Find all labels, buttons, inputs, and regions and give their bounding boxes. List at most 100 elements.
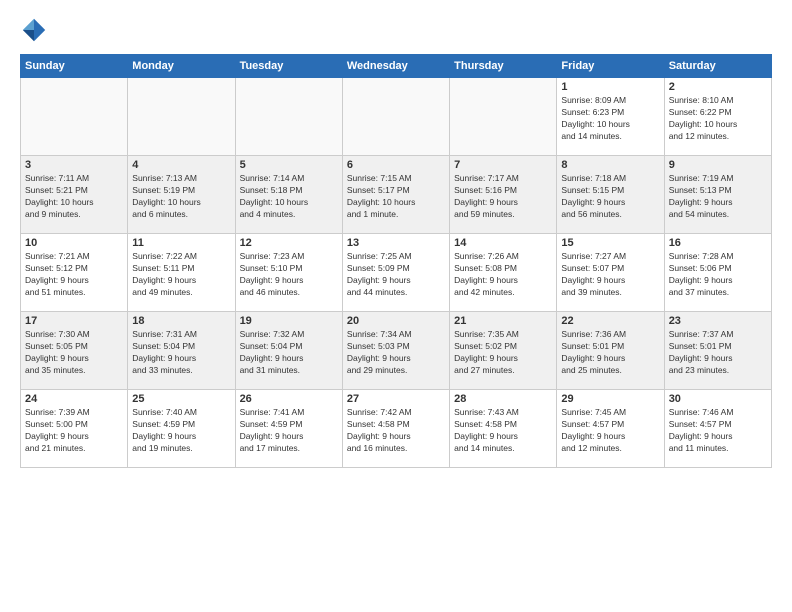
day-number: 8: [561, 159, 659, 171]
calendar-cell: [450, 78, 557, 156]
logo: [20, 16, 52, 44]
day-info: Sunrise: 7:37 AM Sunset: 5:01 PM Dayligh…: [669, 329, 767, 377]
calendar-cell: 22Sunrise: 7:36 AM Sunset: 5:01 PM Dayli…: [557, 312, 664, 390]
day-info: Sunrise: 7:42 AM Sunset: 4:58 PM Dayligh…: [347, 407, 445, 455]
day-number: 23: [669, 315, 767, 327]
calendar-cell: 14 Sunrise: 7:26 AM Sunset: 5:08 PM Dayli…: [450, 234, 557, 312]
weekday-header: Friday: [557, 55, 664, 78]
calendar-cell: 25 Sunrise: 7:40 AM Sunset: 4:59 PM Dayli…: [128, 390, 235, 468]
day-number: 7: [454, 159, 552, 171]
calendar-cell: 5Sunrise: 7:14 AM Sunset: 5:18 PM Daylig…: [235, 156, 342, 234]
day-info: Sunrise: 7:45 AM Sunset: 4:57 PM Dayligh…: [561, 407, 659, 455]
day-number: 9: [669, 159, 767, 171]
day-info: Sunrise: 7:23 AM Sunset: 5:10 PM Dayligh…: [240, 251, 338, 299]
day-number: 10: [25, 237, 123, 249]
calendar-cell: 10Sunrise: 7:21 AM Sunset: 5:12 PM Dayli…: [21, 234, 128, 312]
weekday-header: Wednesday: [342, 55, 449, 78]
calendar-cell: [128, 78, 235, 156]
calendar-cell: 21 Sunrise: 7:35 AM Sunset: 5:02 PM Dayli…: [450, 312, 557, 390]
calendar-cell: 18Sunrise: 7:31 AM Sunset: 5:04 PM Dayli…: [128, 312, 235, 390]
day-info: Sunrise: 7:36 AM Sunset: 5:01 PM Dayligh…: [561, 329, 659, 377]
day-info: Sunrise: 7:15 AM Sunset: 5:17 PM Dayligh…: [347, 173, 445, 221]
header: [20, 16, 772, 44]
calendar-cell: 3 Sunrise: 7:11 AM Sunset: 5:21 PM Daylig…: [21, 156, 128, 234]
day-info: Sunrise: 8:10 AM Sunset: 6:22 PM Dayligh…: [669, 95, 767, 143]
day-info: Sunrise: 7:34 AM Sunset: 5:03 PM Dayligh…: [347, 329, 445, 377]
calendar-cell: [235, 78, 342, 156]
calendar-cell: 9 Sunrise: 7:19 AM Sunset: 5:13 PM Daylig…: [664, 156, 771, 234]
day-number: 28: [454, 393, 552, 405]
day-number: 6: [347, 159, 445, 171]
calendar-table: SundayMondayTuesdayWednesdayThursdayFrid…: [20, 54, 772, 468]
calendar-cell: 6 Sunrise: 7:15 AM Sunset: 5:17 PM Daylig…: [342, 156, 449, 234]
calendar-cell: 28Sunrise: 7:43 AM Sunset: 4:58 PM Dayli…: [450, 390, 557, 468]
day-number: 14: [454, 237, 552, 249]
calendar-week-row: 3 Sunrise: 7:11 AM Sunset: 5:21 PM Daylig…: [21, 156, 772, 234]
calendar-cell: 29 Sunrise: 7:45 AM Sunset: 4:57 PM Dayli…: [557, 390, 664, 468]
day-info: Sunrise: 7:11 AM Sunset: 5:21 PM Dayligh…: [25, 173, 123, 221]
page: SundayMondayTuesdayWednesdayThursdayFrid…: [0, 0, 792, 612]
day-info: Sunrise: 7:39 AM Sunset: 5:00 PM Dayligh…: [25, 407, 123, 455]
day-info: Sunrise: 7:28 AM Sunset: 5:06 PM Dayligh…: [669, 251, 767, 299]
day-info: Sunrise: 7:41 AM Sunset: 4:59 PM Dayligh…: [240, 407, 338, 455]
calendar-week-row: 1 Sunrise: 8:09 AM Sunset: 6:23 PM Daylig…: [21, 78, 772, 156]
day-info: Sunrise: 7:30 AM Sunset: 5:05 PM Dayligh…: [25, 329, 123, 377]
day-number: 29: [561, 393, 659, 405]
day-number: 26: [240, 393, 338, 405]
weekday-header: Sunday: [21, 55, 128, 78]
day-info: Sunrise: 7:40 AM Sunset: 4:59 PM Dayligh…: [132, 407, 230, 455]
weekday-header: Saturday: [664, 55, 771, 78]
day-number: 27: [347, 393, 445, 405]
day-number: 30: [669, 393, 767, 405]
calendar-cell: 7 Sunrise: 7:17 AM Sunset: 5:16 PM Daylig…: [450, 156, 557, 234]
calendar-week-row: 17 Sunrise: 7:30 AM Sunset: 5:05 PM Dayli…: [21, 312, 772, 390]
day-number: 12: [240, 237, 338, 249]
calendar-cell: [342, 78, 449, 156]
calendar-week-row: 24 Sunrise: 7:39 AM Sunset: 5:00 PM Dayli…: [21, 390, 772, 468]
day-info: Sunrise: 7:17 AM Sunset: 5:16 PM Dayligh…: [454, 173, 552, 221]
calendar-cell: 1 Sunrise: 8:09 AM Sunset: 6:23 PM Daylig…: [557, 78, 664, 156]
day-info: Sunrise: 7:19 AM Sunset: 5:13 PM Dayligh…: [669, 173, 767, 221]
day-number: 3: [25, 159, 123, 171]
day-info: Sunrise: 7:22 AM Sunset: 5:11 PM Dayligh…: [132, 251, 230, 299]
calendar-cell: 12 Sunrise: 7:23 AM Sunset: 5:10 PM Dayli…: [235, 234, 342, 312]
day-info: Sunrise: 7:46 AM Sunset: 4:57 PM Dayligh…: [669, 407, 767, 455]
calendar-cell: 30 Sunrise: 7:46 AM Sunset: 4:57 PM Dayli…: [664, 390, 771, 468]
calendar-cell: 4Sunrise: 7:13 AM Sunset: 5:19 PM Daylig…: [128, 156, 235, 234]
day-number: 25: [132, 393, 230, 405]
logo-icon: [20, 16, 48, 44]
calendar-header-row: SundayMondayTuesdayWednesdayThursdayFrid…: [21, 55, 772, 78]
calendar-cell: 19 Sunrise: 7:32 AM Sunset: 5:04 PM Dayli…: [235, 312, 342, 390]
day-number: 5: [240, 159, 338, 171]
day-number: 16: [669, 237, 767, 249]
day-info: Sunrise: 7:27 AM Sunset: 5:07 PM Dayligh…: [561, 251, 659, 299]
day-number: 17: [25, 315, 123, 327]
calendar-cell: 16 Sunrise: 7:28 AM Sunset: 5:06 PM Dayli…: [664, 234, 771, 312]
calendar-cell: 26 Sunrise: 7:41 AM Sunset: 4:59 PM Dayli…: [235, 390, 342, 468]
calendar-cell: 11Sunrise: 7:22 AM Sunset: 5:11 PM Dayli…: [128, 234, 235, 312]
day-number: 13: [347, 237, 445, 249]
calendar-cell: 8 Sunrise: 7:18 AM Sunset: 5:15 PM Daylig…: [557, 156, 664, 234]
day-info: Sunrise: 7:13 AM Sunset: 5:19 PM Dayligh…: [132, 173, 230, 221]
calendar-cell: 24 Sunrise: 7:39 AM Sunset: 5:00 PM Dayli…: [21, 390, 128, 468]
calendar-cell: 27 Sunrise: 7:42 AM Sunset: 4:58 PM Dayli…: [342, 390, 449, 468]
day-info: Sunrise: 7:31 AM Sunset: 5:04 PM Dayligh…: [132, 329, 230, 377]
day-info: Sunrise: 7:35 AM Sunset: 5:02 PM Dayligh…: [454, 329, 552, 377]
calendar-week-row: 10Sunrise: 7:21 AM Sunset: 5:12 PM Dayli…: [21, 234, 772, 312]
day-number: 20: [347, 315, 445, 327]
day-number: 21: [454, 315, 552, 327]
day-number: 19: [240, 315, 338, 327]
day-number: 2: [669, 81, 767, 93]
calendar-cell: 20 Sunrise: 7:34 AM Sunset: 5:03 PM Dayli…: [342, 312, 449, 390]
calendar-cell: [21, 78, 128, 156]
day-info: Sunrise: 8:09 AM Sunset: 6:23 PM Dayligh…: [561, 95, 659, 143]
calendar-cell: 2 Sunrise: 8:10 AM Sunset: 6:22 PM Daylig…: [664, 78, 771, 156]
day-number: 15: [561, 237, 659, 249]
weekday-header: Tuesday: [235, 55, 342, 78]
day-number: 24: [25, 393, 123, 405]
day-info: Sunrise: 7:26 AM Sunset: 5:08 PM Dayligh…: [454, 251, 552, 299]
day-info: Sunrise: 7:25 AM Sunset: 5:09 PM Dayligh…: [347, 251, 445, 299]
day-info: Sunrise: 7:18 AM Sunset: 5:15 PM Dayligh…: [561, 173, 659, 221]
day-number: 1: [561, 81, 659, 93]
day-info: Sunrise: 7:32 AM Sunset: 5:04 PM Dayligh…: [240, 329, 338, 377]
